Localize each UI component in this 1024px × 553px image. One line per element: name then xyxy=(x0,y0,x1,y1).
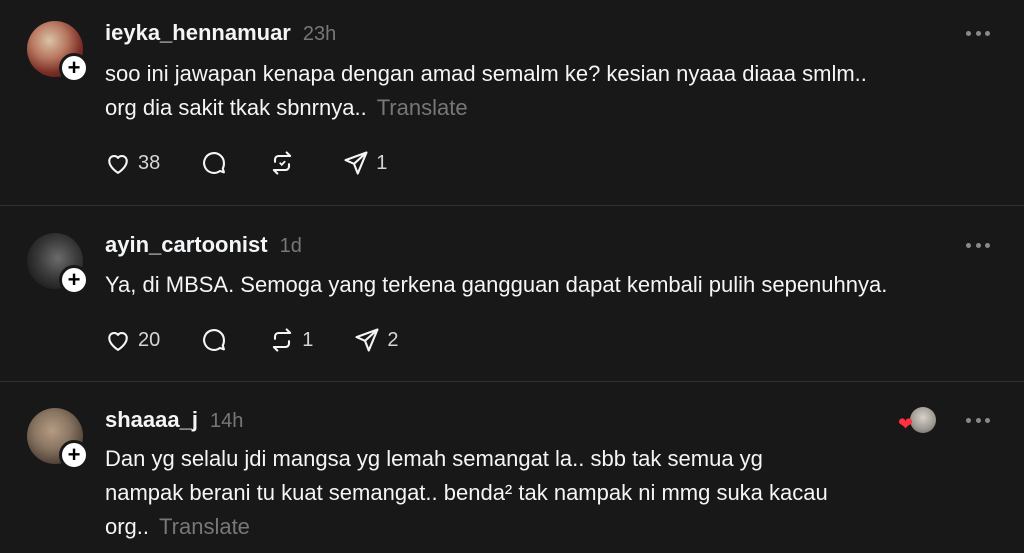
more-options-icon[interactable] xyxy=(966,241,990,249)
follow-plus-icon[interactable]: + xyxy=(59,53,89,83)
post-header: ayin_cartoonist 1d xyxy=(105,232,302,258)
repost-count: 1 xyxy=(302,328,314,351)
post-text-line: Dan yg selalu jdi mangsa yg lemah semang… xyxy=(105,446,763,471)
repost-button[interactable] xyxy=(268,149,302,177)
timestamp[interactable]: 1d xyxy=(280,235,302,258)
post-text-line: Ya, di MBSA. Semoga yang terkena ganggua… xyxy=(105,272,888,297)
more-options-icon[interactable] xyxy=(966,29,990,37)
share-button[interactable]: 2 xyxy=(353,326,399,354)
follow-plus-icon[interactable]: + xyxy=(59,440,89,470)
comment-bubble-icon xyxy=(203,152,226,174)
like-button[interactable]: 38 xyxy=(104,149,160,177)
more-options-icon[interactable] xyxy=(966,416,990,424)
username[interactable]: ieyka_hennamuar xyxy=(105,20,291,46)
thread-reply-1[interactable]: + ieyka_hennamuar 23h soo ini jawapan ke… xyxy=(0,0,1024,206)
like-count: 20 xyxy=(138,328,161,351)
liked-by-avatars[interactable]: ❤ xyxy=(898,407,936,435)
timestamp[interactable]: 14h xyxy=(210,410,243,433)
action-bar: 20 1 2 xyxy=(104,326,439,354)
liker-avatar xyxy=(910,407,936,433)
share-count: 2 xyxy=(387,328,399,351)
translate-link[interactable]: Translate xyxy=(159,514,250,539)
repost-button[interactable]: 1 xyxy=(268,326,313,354)
username[interactable]: shaaaa_j xyxy=(105,407,198,433)
send-paper-plane-icon xyxy=(344,151,368,175)
repost-arrows-icon xyxy=(273,328,292,352)
heart-outline-icon xyxy=(108,332,128,351)
post-text-line: org.. xyxy=(105,514,150,539)
reply-button[interactable] xyxy=(200,149,228,177)
post-text-line: soo ini jawapan kenapa dengan amad semal… xyxy=(105,61,867,86)
like-count: 38 xyxy=(138,151,161,174)
comment-bubble-icon xyxy=(203,329,226,351)
send-paper-plane-icon xyxy=(355,328,379,352)
username[interactable]: ayin_cartoonist xyxy=(105,232,268,258)
post-text-line: nampak berani tu kuat semangat.. benda² … xyxy=(105,480,828,505)
translate-link[interactable]: Translate xyxy=(377,95,468,120)
thread-reply-3[interactable]: + shaaaa_j 14h ❤ Dan yg selalu jdi mangs… xyxy=(0,382,1024,553)
reply-button[interactable] xyxy=(200,326,228,354)
post-text: Dan yg selalu jdi mangsa yg lemah semang… xyxy=(105,442,994,544)
post-text: Ya, di MBSA. Semoga yang terkena ganggua… xyxy=(105,268,994,302)
like-button[interactable]: 20 xyxy=(104,326,160,354)
action-bar: 38 1 xyxy=(104,149,427,177)
share-button[interactable]: 1 xyxy=(342,149,387,177)
post-text-line: org dia sakit tkak sbnrnya.. xyxy=(105,95,367,120)
thread-reply-2[interactable]: + ayin_cartoonist 1d Ya, di MBSA. Semoga… xyxy=(0,206,1024,382)
follow-plus-icon[interactable]: + xyxy=(59,265,89,295)
share-count: 1 xyxy=(376,151,388,174)
post-header: ieyka_hennamuar 23h xyxy=(105,20,336,46)
post-text: soo ini jawapan kenapa dengan amad semal… xyxy=(105,57,994,125)
post-header: shaaaa_j 14h xyxy=(105,407,243,433)
timestamp[interactable]: 23h xyxy=(303,23,336,46)
heart-icon: ❤ xyxy=(898,414,914,434)
repost-arrows-icon xyxy=(273,151,292,175)
heart-outline-icon xyxy=(108,155,128,174)
